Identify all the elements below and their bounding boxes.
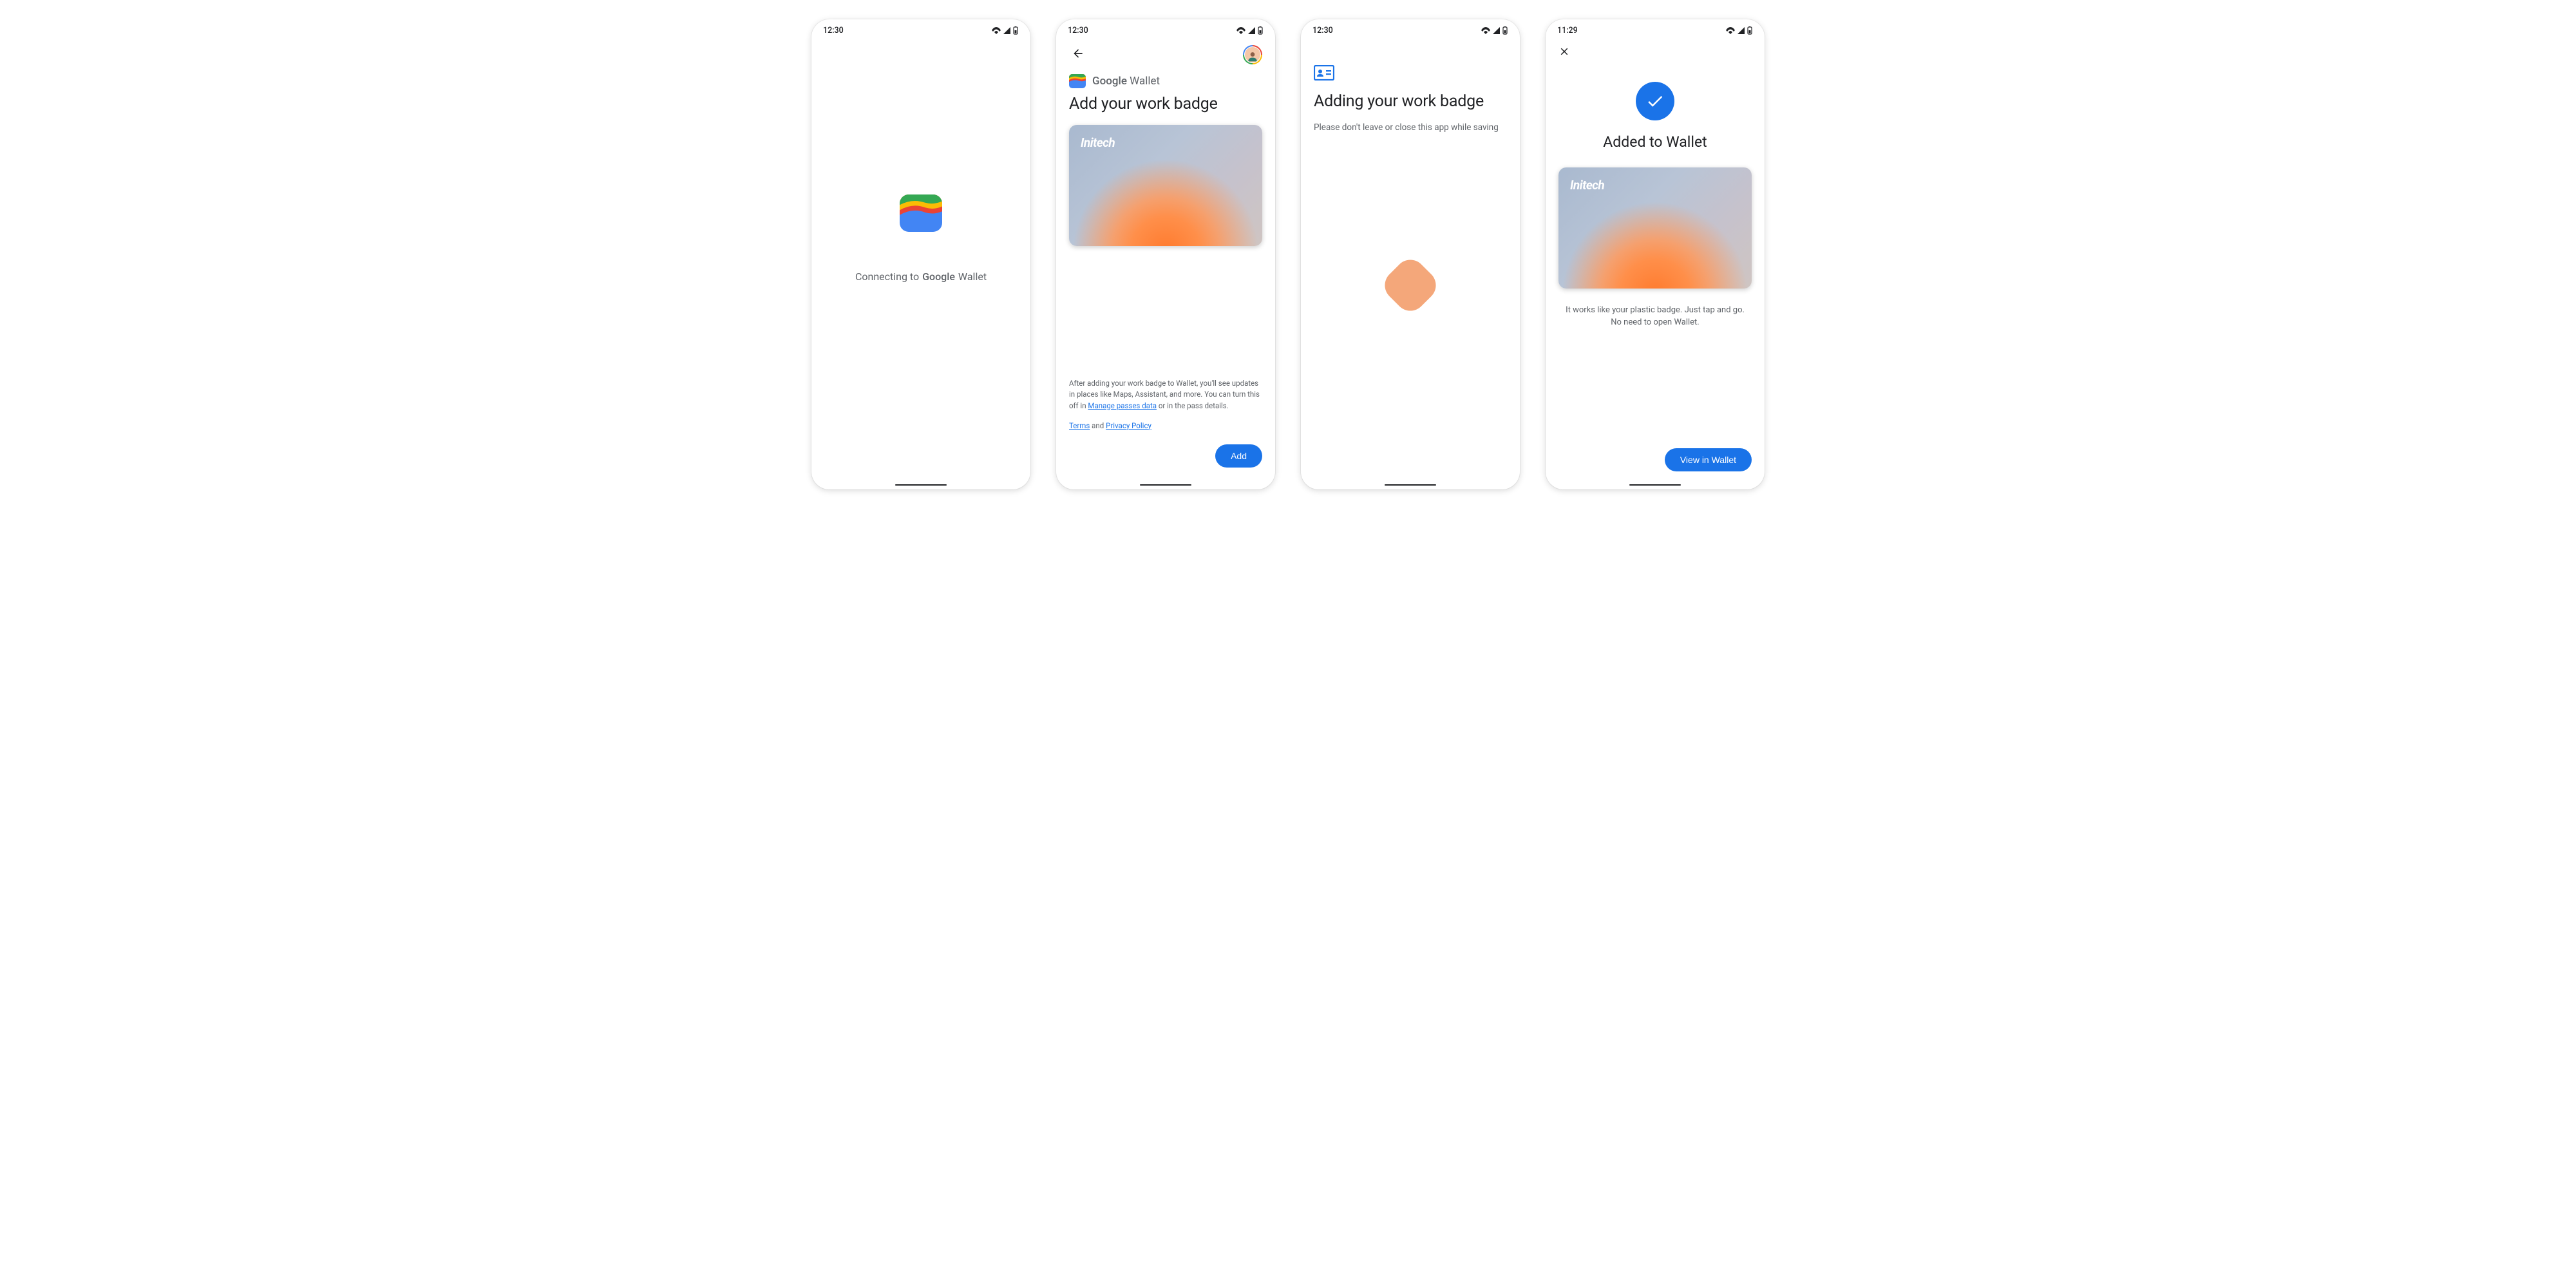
status-icons: [1726, 26, 1753, 35]
screen-add-badge: 12:30 Google Wallet Add your work: [1056, 19, 1275, 489]
screen-added-success: 11:29 Added to Wallet Initech It works l…: [1546, 19, 1765, 489]
card-brand-label: Initech: [1570, 178, 1604, 193]
status-bar: 12:30: [1056, 19, 1275, 39]
wallet-logo-icon: [900, 194, 942, 232]
home-indicator[interactable]: [1140, 484, 1191, 486]
page-title: Add your work badge: [1069, 95, 1262, 113]
work-badge-card: Initech: [1069, 125, 1262, 246]
home-indicator[interactable]: [1385, 484, 1436, 486]
status-icons: [1481, 26, 1508, 35]
manage-passes-link[interactable]: Manage passes data: [1088, 401, 1157, 410]
status-time: 12:30: [1312, 26, 1333, 35]
privacy-link[interactable]: Privacy Policy: [1106, 421, 1151, 430]
account-avatar[interactable]: [1243, 45, 1262, 64]
legal-links: Terms and Privacy Policy: [1069, 421, 1262, 431]
success-description: It works like your plastic badge. Just t…: [1558, 304, 1752, 329]
connecting-prefix: Connecting to: [855, 270, 919, 283]
terms-link[interactable]: Terms: [1069, 421, 1090, 430]
disclaimer-text: After adding your work badge to Wallet, …: [1069, 378, 1262, 412]
badge-id-icon: [1314, 65, 1507, 83]
status-time: 11:29: [1557, 26, 1578, 35]
loading-spinner-icon: [1379, 254, 1443, 317]
close-icon: [1558, 46, 1570, 57]
card-brand-label: Initech: [1081, 135, 1115, 150]
status-icons: [1236, 26, 1264, 35]
screen-connecting: 12:30 Connecting to Google Wallet: [811, 19, 1030, 489]
brand-row: Google Wallet: [1069, 74, 1262, 88]
close-button[interactable]: [1558, 39, 1752, 62]
add-button[interactable]: Add: [1215, 444, 1262, 468]
brand-wallet: Wallet: [1130, 75, 1160, 88]
status-time: 12:30: [1068, 26, 1088, 35]
brand-google: Google: [1092, 75, 1127, 88]
view-in-wallet-button[interactable]: View in Wallet: [1665, 448, 1752, 471]
arrow-left-icon: [1072, 47, 1084, 60]
success-check-icon: [1636, 82, 1674, 120]
back-button[interactable]: [1069, 44, 1087, 65]
status-bar: 12:30: [1301, 19, 1520, 39]
wallet-logo-icon: [1069, 74, 1086, 88]
page-title: Added to Wallet: [1603, 133, 1707, 151]
home-indicator[interactable]: [1629, 484, 1681, 486]
connecting-label: Connecting to Google Wallet: [855, 270, 987, 283]
work-badge-card: Initech: [1558, 167, 1752, 289]
brand-wallet: Wallet: [958, 270, 987, 283]
home-indicator[interactable]: [895, 484, 947, 486]
screen-adding-progress: 12:30 Adding your work badge Please don'…: [1301, 19, 1520, 489]
brand-google: Google: [922, 270, 955, 283]
status-bar: 11:29: [1546, 19, 1765, 39]
